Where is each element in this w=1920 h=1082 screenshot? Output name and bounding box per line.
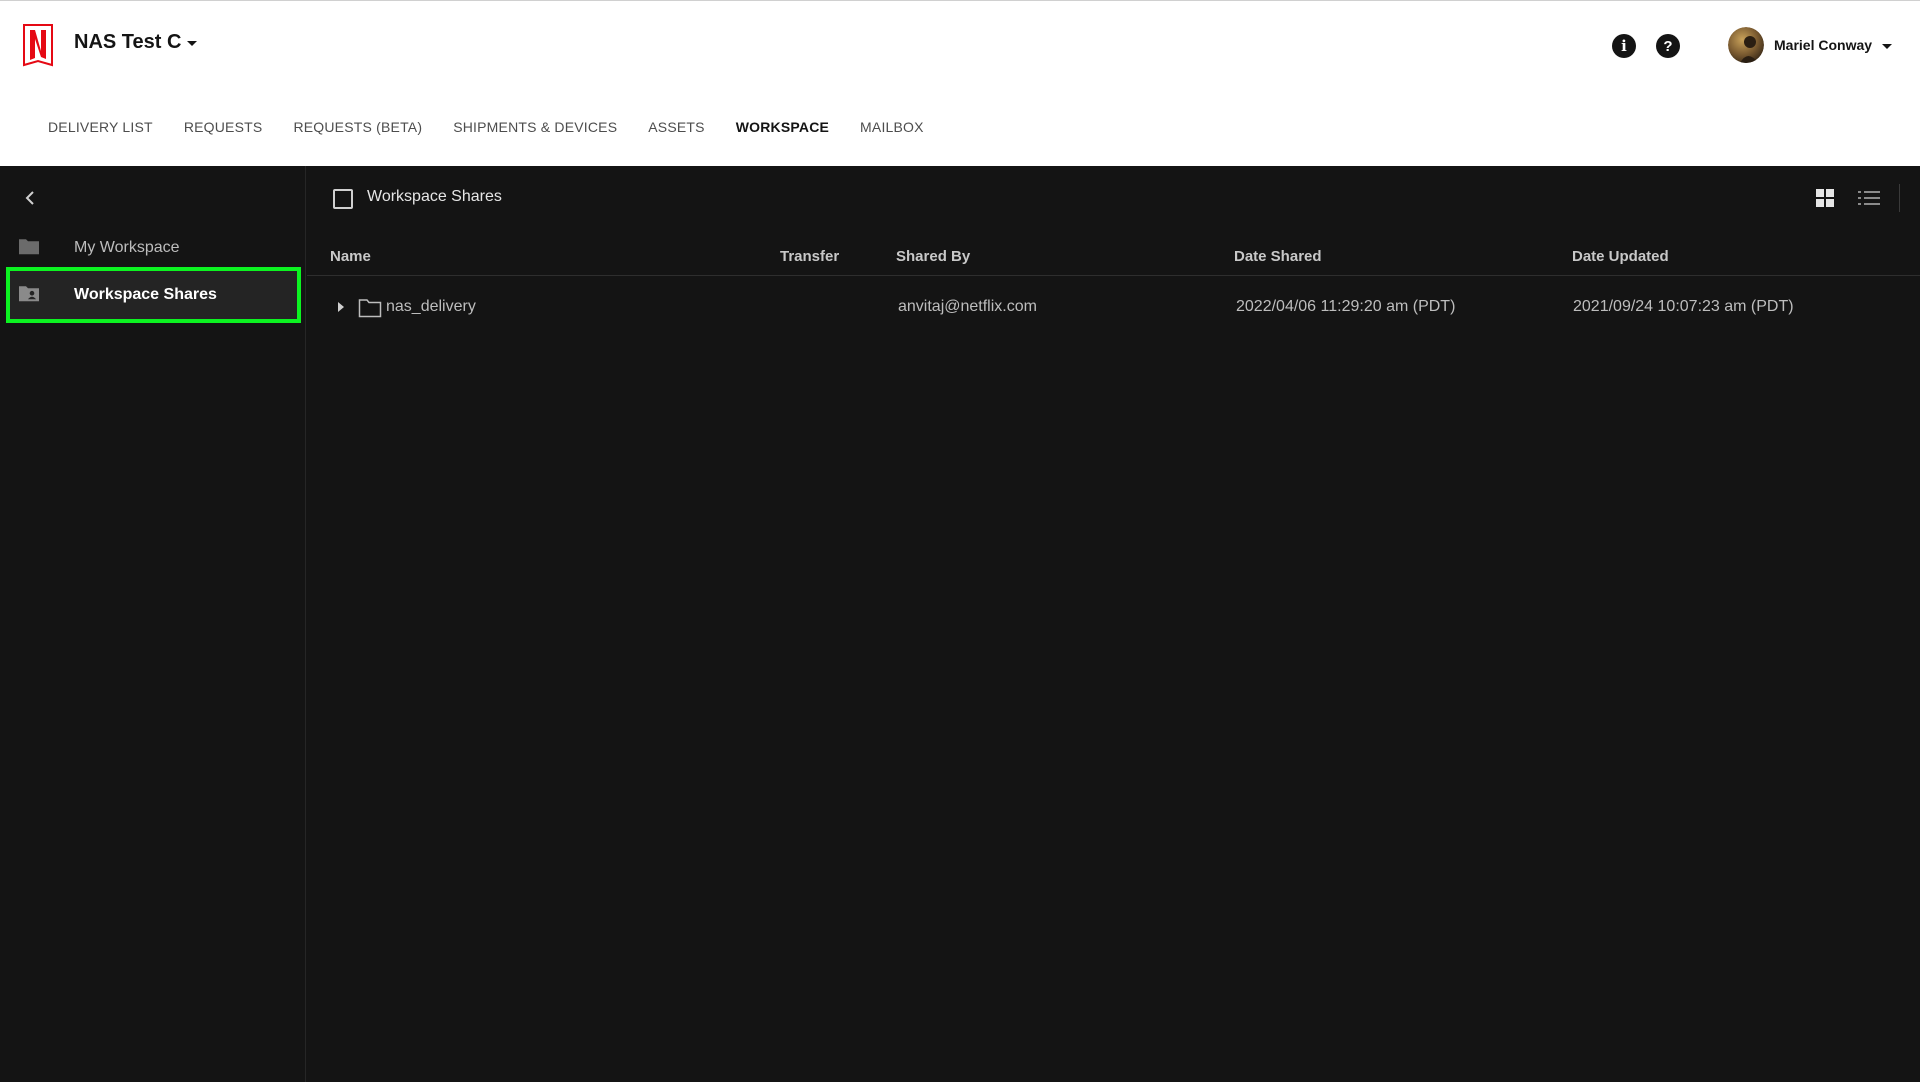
column-header-shared-by[interactable]: Shared By: [896, 248, 970, 265]
toolbar-divider: [1899, 184, 1900, 212]
app-switcher[interactable]: NAS Test C: [74, 31, 198, 54]
nav-requests[interactable]: REQUESTS: [184, 119, 263, 135]
main-content: Workspace Shares Name Transfer Shared By…: [307, 166, 1920, 1082]
chevron-down-icon: [1882, 43, 1893, 49]
folder-outline-icon: [358, 299, 382, 318]
row-date-updated: 2021/09/24 10:07:23 am (PDT): [1573, 298, 1794, 315]
sidebar-item-label: Workspace Shares: [74, 286, 217, 303]
help-icon[interactable]: ?: [1656, 34, 1680, 58]
shared-folder-icon: [19, 286, 39, 302]
sidebar-item-workspace-shares[interactable]: Workspace Shares: [6, 267, 301, 323]
nav-workspace[interactable]: WORKSPACE: [736, 119, 829, 135]
nav-requests-beta[interactable]: REQUESTS (BETA): [293, 119, 422, 135]
nav-delivery-list[interactable]: DELIVERY LIST: [48, 119, 153, 135]
folder-icon: [19, 239, 39, 255]
sidebar: My Workspace Workspace Shares: [0, 166, 306, 1082]
chevron-down-icon: [187, 41, 198, 46]
nav-shipments-devices[interactable]: SHIPMENTS & DEVICES: [453, 119, 617, 135]
main-nav: DELIVERY LIST REQUESTS REQUESTS (BETA) S…: [48, 119, 955, 135]
table-row[interactable]: nas_delivery anvitaj@netflix.com 2022/04…: [307, 286, 1920, 330]
column-header-transfer[interactable]: Transfer: [780, 248, 839, 265]
column-header-date-shared[interactable]: Date Shared: [1234, 248, 1322, 265]
select-all-checkbox[interactable]: [333, 189, 353, 209]
nav-mailbox[interactable]: MAILBOX: [860, 119, 924, 135]
user-name: Mariel Conway: [1774, 37, 1873, 53]
table-header: Name Transfer Shared By Date Shared Date…: [307, 242, 1920, 276]
nav-assets[interactable]: ASSETS: [648, 119, 704, 135]
expand-arrow-icon[interactable]: [338, 302, 344, 312]
grid-view-icon[interactable]: [1815, 188, 1835, 208]
info-icon[interactable]: i: [1612, 34, 1636, 58]
chevron-left-icon[interactable]: [20, 188, 40, 208]
top-header: NAS Test C i ? Mariel Conway DELIVERY LI…: [0, 0, 1920, 166]
row-name: nas_delivery: [386, 298, 476, 315]
row-shared-by: anvitaj@netflix.com: [898, 298, 1037, 315]
app-title: NAS Test C: [74, 31, 182, 53]
column-header-name[interactable]: Name: [330, 248, 371, 265]
column-header-date-updated[interactable]: Date Updated: [1572, 248, 1669, 265]
sidebar-item-label: My Workspace: [74, 239, 180, 256]
row-date-shared: 2022/04/06 11:29:20 am (PDT): [1236, 298, 1456, 315]
user-menu[interactable]: Mariel Conway: [1728, 27, 1893, 63]
netflix-logo-icon[interactable]: [22, 23, 54, 67]
page-title: Workspace Shares: [367, 188, 502, 205]
list-view-icon[interactable]: [1857, 188, 1881, 208]
avatar: [1728, 27, 1764, 63]
